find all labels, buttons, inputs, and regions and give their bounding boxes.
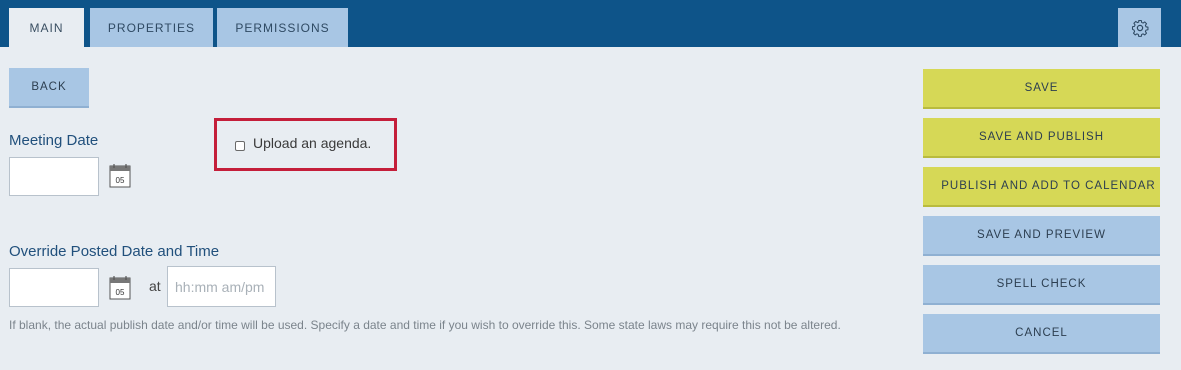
time-input[interactable] bbox=[167, 266, 276, 307]
publish-and-add-to-calendar-button[interactable]: PUBLISH AND ADD TO CALENDAR bbox=[923, 167, 1160, 207]
override-date-label: Override Posted Date and Time bbox=[9, 243, 220, 260]
calendar-icon-text: 05 bbox=[116, 176, 125, 185]
cancel-button[interactable]: CANCEL bbox=[923, 314, 1160, 354]
calendar-icon-text: 05 bbox=[116, 288, 125, 297]
override-date-input[interactable] bbox=[9, 268, 99, 307]
settings-button[interactable] bbox=[1118, 8, 1161, 47]
override-help-text: If blank, the actual publish date and/or… bbox=[9, 318, 841, 332]
meeting-date-input[interactable] bbox=[9, 157, 99, 196]
meeting-date-label: Meeting Date bbox=[9, 132, 99, 149]
spell-check-button[interactable]: SPELL CHECK bbox=[923, 265, 1160, 305]
back-button[interactable]: BACK bbox=[9, 68, 89, 108]
tab-properties[interactable]: PROPERTIES bbox=[90, 8, 213, 47]
at-label: at bbox=[149, 278, 161, 294]
save-and-publish-button[interactable]: SAVE AND PUBLISH bbox=[923, 118, 1160, 158]
tab-permissions[interactable]: PERMISSIONS bbox=[217, 8, 348, 47]
top-navigation-bar: MAIN PROPERTIES PERMISSIONS bbox=[0, 0, 1181, 47]
calendar-icon[interactable]: 05 bbox=[109, 276, 131, 300]
upload-agenda-label[interactable]: Upload an agenda. bbox=[253, 135, 371, 151]
gear-icon bbox=[1131, 19, 1148, 37]
upload-agenda-checkbox[interactable] bbox=[235, 141, 245, 151]
calendar-icon[interactable]: 05 bbox=[109, 164, 131, 188]
save-and-preview-button[interactable]: SAVE AND PREVIEW bbox=[923, 216, 1160, 256]
upload-agenda-highlight: Upload an agenda. bbox=[214, 118, 397, 171]
tab-main[interactable]: MAIN bbox=[9, 8, 84, 47]
save-button[interactable]: SAVE bbox=[923, 69, 1160, 109]
